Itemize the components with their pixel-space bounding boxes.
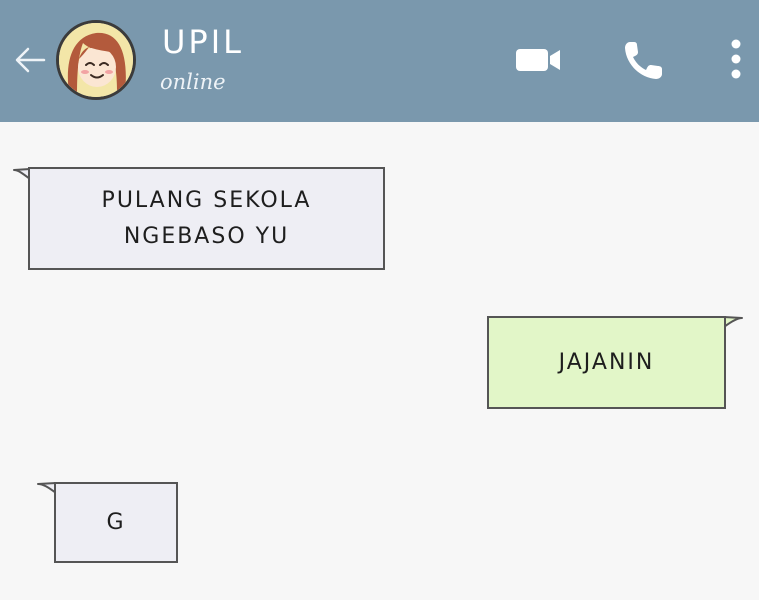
contact-avatar[interactable] [56,20,136,100]
message-line: NGEBASO YU [123,223,290,249]
message-line: PULANG SEKOLA [101,187,312,213]
avatar-face-icon [59,23,133,97]
contact-status: online [160,70,226,94]
phone-icon[interactable] [622,38,666,82]
video-call-icon[interactable] [514,44,564,76]
more-vertical-icon[interactable] [726,38,746,82]
chat-screen: UPIL online PULANG SEKOLA NGEBASO YU JAJ… [0,0,759,600]
message-bubble-outgoing[interactable]: JAJANIN [487,316,726,409]
chat-header: UPIL online [0,0,759,122]
message-text: G [106,509,126,535]
contact-name[interactable]: UPIL [162,26,244,58]
back-arrow-icon[interactable] [10,40,50,80]
message-text: JAJANIN [558,349,655,375]
message-text: PULANG SEKOLA NGEBASO YU [102,183,312,255]
message-bubble-incoming[interactable]: G [54,482,178,563]
message-bubble-incoming[interactable]: PULANG SEKOLA NGEBASO YU [28,167,385,270]
